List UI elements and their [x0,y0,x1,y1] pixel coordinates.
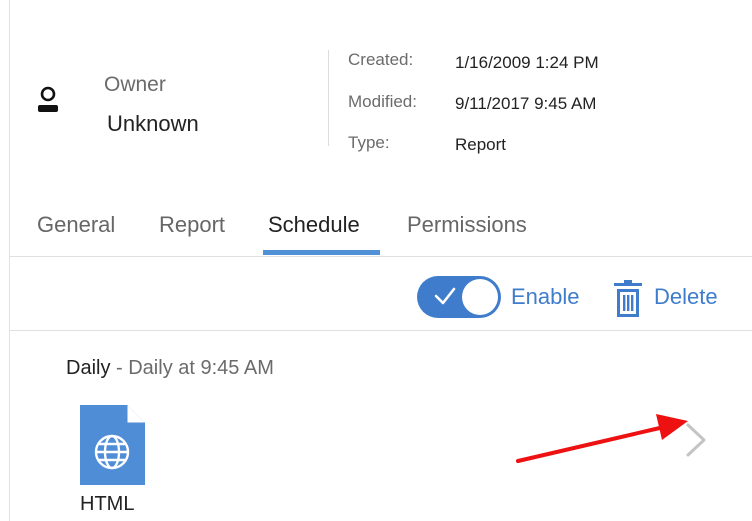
owner-value: Unknown [107,111,199,136]
created-value: 1/16/2009 1:24 PM [455,53,599,72]
created-label: Created: [348,50,414,69]
tabs-divider [10,256,752,257]
type-value: Report [455,135,507,154]
enable-toggle[interactable] [417,276,501,318]
modified-label: Modified: [348,92,417,111]
panel-left-border [9,0,10,521]
header-divider [328,50,329,146]
schedule-description: Daily at 9:45 AM [128,357,274,379]
schedule-title[interactable]: Daily - Daily at 9:45 AM [66,357,274,380]
checkmark-icon [434,287,456,305]
schedule-separator: - [110,357,129,379]
modified-value: 9/11/2017 9:45 AM [455,94,597,113]
enable-label[interactable]: Enable [511,284,580,310]
format-label: HTML [80,493,135,515]
tab-permissions[interactable]: Permissions [407,212,527,238]
active-tab-indicator [263,250,380,255]
toolbar-divider [10,330,752,331]
tab-schedule[interactable]: Schedule [268,212,360,238]
tab-general[interactable]: General [37,212,115,238]
trash-icon[interactable] [613,280,643,318]
type-label: Type: [348,133,390,152]
delete-button[interactable]: Delete [654,284,718,310]
globe-document-icon[interactable] [80,405,145,485]
user-icon [38,86,58,112]
owner-label: Owner [104,73,166,96]
tab-bar: General Report Schedule Permissions [0,200,752,256]
tab-report[interactable]: Report [159,212,225,238]
chevron-right-icon[interactable] [684,422,708,458]
toggle-knob [462,279,498,315]
schedule-frequency: Daily [66,357,111,379]
